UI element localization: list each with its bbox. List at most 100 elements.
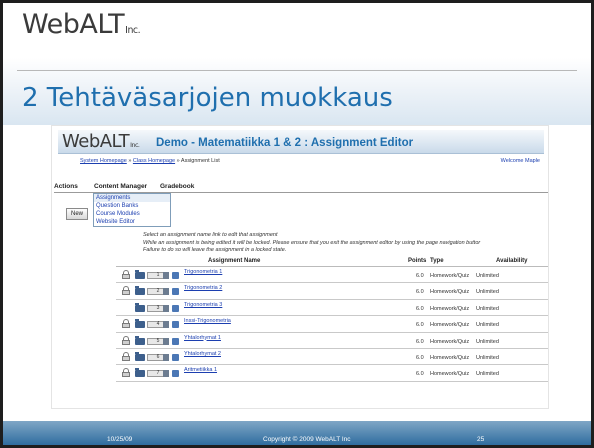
instruction-line: Failure to do so will leave the assignme… — [143, 247, 287, 253]
header-assignment-name: Assignment Name — [208, 258, 261, 264]
type-cell: Homework/Quiz — [430, 354, 470, 361]
move-button[interactable] — [172, 321, 179, 329]
lock-icon — [122, 351, 130, 361]
folder-icon[interactable] — [135, 351, 145, 361]
move-button[interactable] — [172, 304, 179, 312]
slide-title: 2 Tehtäväsarjojen muokkaus — [22, 83, 393, 113]
logo-suffix: Inc. — [125, 25, 141, 36]
points-cell: 6.0 — [416, 289, 424, 296]
table-row: 6 Yhtalorhymat 2 6.0 Homework/Quiz Unlimited — [116, 349, 548, 366]
app-logo-text: WebALT — [62, 131, 130, 152]
menu-content-manager[interactable]: Content Manager — [94, 183, 147, 190]
table-body: 1 Trigonometria 1 6.0 Homework/Quiz Unlimite… — [116, 267, 548, 382]
instruction-line: Select an assignment name link to edit t… — [143, 232, 278, 238]
move-button[interactable] — [172, 337, 179, 345]
breadcrumb-separator: » — [128, 158, 132, 164]
folder-icon[interactable] — [135, 368, 145, 378]
header-points: Points — [408, 258, 427, 264]
dropdown-website-editor[interactable]: Website Editor — [94, 218, 170, 226]
footer-copyright: Copyright © 2009 WebALT Inc — [263, 436, 351, 443]
assignment-name-link[interactable]: Trigonometria 3 — [184, 302, 222, 308]
order-select[interactable]: 5 — [147, 337, 169, 345]
folder-icon[interactable] — [135, 302, 145, 312]
lock-icon — [122, 270, 130, 279]
menu-gradebook[interactable]: Gradebook — [160, 183, 194, 190]
chevron-down-icon — [163, 353, 169, 361]
assignment-name-link[interactable]: Inssi-Trigonometria — [184, 318, 231, 324]
slide: WebALTInc. 2 Tehtäväsarjojen muokkaus We… — [0, 0, 594, 448]
folder-icon[interactable] — [135, 286, 145, 296]
app-title: Demo - Matematiikka 1 & 2 : Assignment E… — [156, 137, 414, 149]
type-cell: Homework/Quiz — [430, 338, 470, 345]
points-cell: 6.0 — [416, 322, 424, 329]
folder-icon[interactable] — [135, 319, 145, 329]
app-logo: WebALTInc. — [62, 131, 140, 152]
breadcrumb-class-homepage[interactable]: Class Homepage — [133, 158, 175, 164]
breadcrumb-system-homepage[interactable]: System Homepage — [80, 158, 127, 164]
assignment-name-link[interactable]: Aritmetiikka 1 — [184, 367, 217, 373]
assignment-name-link[interactable]: Trigonometria 2 — [184, 285, 222, 291]
move-button[interactable] — [172, 288, 179, 296]
dropdown-assignments[interactable]: Assignments — [94, 194, 170, 202]
table-row: 3 Trigonometria 3 6.0 Homework/Quiz Unlimite… — [116, 300, 548, 317]
table-row: 1 Trigonometria 1 6.0 Homework/Quiz Unlimite… — [116, 267, 548, 284]
menu-actions[interactable]: Actions — [54, 183, 78, 190]
chevron-down-icon — [163, 288, 169, 296]
points-cell: 6.0 — [416, 305, 424, 312]
chevron-down-icon — [163, 304, 169, 312]
slide-footer: 10/25/09 Copyright © 2009 WebALT Inc 25 — [3, 436, 591, 445]
dropdown-question-banks[interactable]: Question Banks — [94, 202, 170, 210]
move-button[interactable] — [172, 370, 179, 378]
chevron-down-icon — [163, 370, 169, 378]
availability-cell: Unlimited — [476, 273, 499, 279]
header-availability: Availability — [496, 258, 528, 264]
lock-icon — [122, 319, 130, 329]
chevron-down-icon — [163, 272, 169, 279]
type-cell: Homework/Quiz — [430, 305, 470, 312]
chevron-down-icon — [163, 337, 169, 345]
app-header: WebALTInc. Demo - Matematiikka 1 & 2 : A… — [58, 130, 544, 154]
order-select[interactable]: 1 — [147, 272, 169, 279]
order-value: 6 — [156, 353, 160, 360]
availability-cell: Unlimited — [476, 305, 499, 312]
order-select[interactable]: 3 — [147, 304, 169, 312]
breadcrumb-assignment-list: Assignment List — [180, 158, 220, 164]
lock-icon — [122, 335, 130, 345]
move-button[interactable] — [172, 272, 179, 279]
order-select[interactable]: 7 — [147, 370, 169, 378]
points-cell: 6.0 — [416, 338, 424, 345]
table-row: 2 Trigonometria 2 6.0 Homework/Quiz Unlimite… — [116, 283, 548, 300]
order-value: 3 — [156, 304, 160, 311]
assignment-name-link[interactable]: Yhtalorhymat 2 — [184, 351, 221, 357]
new-button[interactable]: New — [66, 208, 88, 220]
footer-date: 10/25/09 — [107, 436, 133, 443]
assignment-table: Assignment Name Points Type Availability… — [116, 258, 548, 382]
order-select[interactable]: 6 — [147, 353, 169, 361]
order-value: 7 — [156, 370, 160, 377]
order-select[interactable]: 2 — [147, 288, 169, 296]
folder-icon[interactable] — [135, 270, 145, 279]
welcome-text: Welcome Maple — [500, 158, 540, 164]
assignment-name-link[interactable]: Yhtalorhymat 1 — [184, 335, 221, 341]
header-type: Type — [430, 258, 444, 264]
availability-cell: Unlimited — [476, 371, 499, 378]
type-cell: Homework/Quiz — [430, 371, 470, 378]
folder-icon[interactable] — [135, 335, 145, 345]
footer-page-number: 25 — [477, 436, 485, 443]
order-select[interactable]: 4 — [147, 321, 169, 329]
assignment-name-link[interactable]: Trigonometria 1 — [184, 269, 222, 275]
order-value: 4 — [156, 321, 160, 328]
dropdown-course-modules[interactable]: Course Modules — [94, 210, 170, 218]
app-logo-suffix: Inc. — [130, 142, 140, 149]
lock-icon — [122, 286, 130, 296]
chevron-down-icon — [163, 321, 169, 329]
availability-cell: Unlimited — [476, 322, 499, 329]
order-value: 5 — [156, 337, 160, 344]
type-cell: Homework/Quiz — [430, 273, 470, 279]
order-value: 1 — [156, 272, 160, 278]
slide-header: WebALTInc. 2 Tehtäväsarjojen muokkaus — [3, 3, 591, 125]
move-button[interactable] — [172, 353, 179, 361]
embedded-screenshot: WebALTInc. Demo - Matematiikka 1 & 2 : A… — [51, 125, 549, 409]
breadcrumb-separator: » — [176, 158, 180, 164]
points-cell: 6.0 — [416, 273, 424, 279]
